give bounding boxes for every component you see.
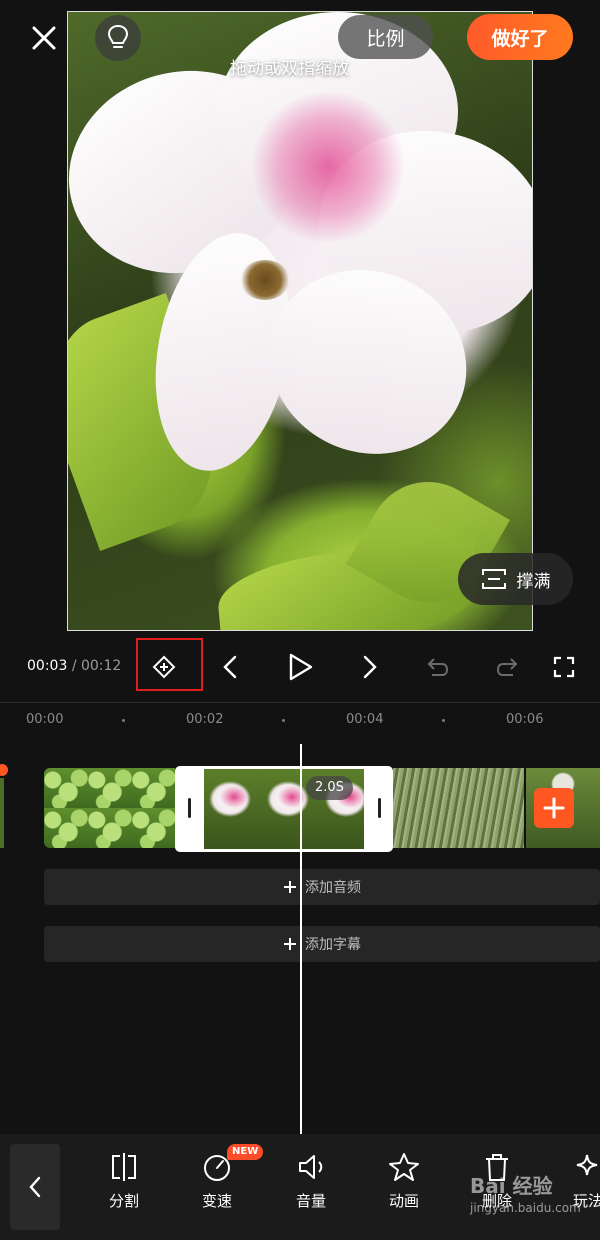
animation-tool[interactable]: 动画 [369,1152,439,1211]
done-button[interactable]: 做好了 [467,14,573,60]
fill-button[interactable]: 撑满 [458,553,573,605]
playback-time: 00:03 / 00:12 [27,658,121,674]
chevron-right-icon [363,655,377,679]
play-icon [289,653,313,681]
play-button[interactable] [281,648,321,686]
split-label: 分割 [108,1192,139,1210]
volume-icon [299,1155,323,1179]
watermark-brand: Bai 经验 [470,1174,553,1198]
tips-button[interactable] [95,15,141,61]
offscreen-clip-edge [0,778,4,848]
clip-trim-handle-right[interactable] [378,798,381,818]
playhead[interactable] [300,744,302,1134]
previous-frame-button[interactable] [210,648,250,686]
video-clip[interactable] [393,768,524,848]
lightbulb-icon [107,24,129,48]
ruler-tick: 00:04 [346,712,384,727]
new-badge: NEW [227,1144,264,1160]
total-time: 00:12 [80,658,122,674]
clip-trim-handle-left[interactable] [188,798,191,818]
time-separator: / [71,658,77,674]
fullscreen-icon [553,656,575,678]
ruler-dot [442,719,445,722]
plus-icon [284,881,296,893]
plus-icon [284,938,296,950]
keyframe-icon [152,655,176,679]
ruler-tick: 00:06 [506,712,544,727]
add-subtitle-track[interactable]: 添加字幕 [44,926,600,962]
undo-button[interactable] [418,648,458,686]
add-clip-button[interactable] [534,788,574,828]
gesture-hint: 拖动或双指缩放 [230,59,349,79]
watermark: Bai 经验 jingyan.baidu.com [470,1170,581,1215]
close-icon [32,26,56,50]
speed-label: 变速 [201,1192,232,1210]
next-frame-button[interactable] [350,648,390,686]
ruler-dot [122,719,125,722]
undo-icon [427,658,449,676]
video-clip[interactable] [44,768,175,848]
animation-label: 动画 [388,1192,419,1210]
keyframe-button[interactable] [144,648,184,686]
watermark-domain: jingyan.baidu.com [470,1201,581,1215]
redo-button[interactable] [487,648,527,686]
fill-screen-icon [481,569,506,589]
add-audio-label: 添加音频 [305,880,361,896]
fill-label: 撑满 [516,571,551,592]
chevron-left-icon [29,1176,41,1198]
current-time: 00:03 [27,658,68,674]
redo-icon [496,658,518,676]
speed-tool[interactable]: 变速 [182,1152,252,1211]
add-subtitle-label: 添加字幕 [305,937,361,953]
split-tool[interactable]: 分割 [89,1152,159,1211]
volume-label: 音量 [295,1192,326,1210]
fullscreen-button[interactable] [544,648,584,686]
plus-icon [543,797,565,819]
chevron-left-icon [223,655,237,679]
ruler-tick: 00:00 [26,712,64,727]
ratio-button[interactable]: 比例 [338,15,433,59]
time-ruler[interactable]: 00:00 00:02 00:04 00:06 [0,702,600,734]
add-audio-track[interactable]: 添加音频 [44,869,600,905]
ruler-tick: 00:02 [186,712,224,727]
volume-tool[interactable]: 音量 [276,1152,346,1211]
split-icon [112,1153,136,1181]
video-preview[interactable] [67,11,533,631]
back-button[interactable] [10,1144,60,1230]
ruler-dot [282,719,285,722]
star-icon [389,1153,419,1181]
clip-duration-badge: 2.0S [306,776,353,800]
track-marker-dot [0,764,8,776]
close-button[interactable] [24,18,64,58]
